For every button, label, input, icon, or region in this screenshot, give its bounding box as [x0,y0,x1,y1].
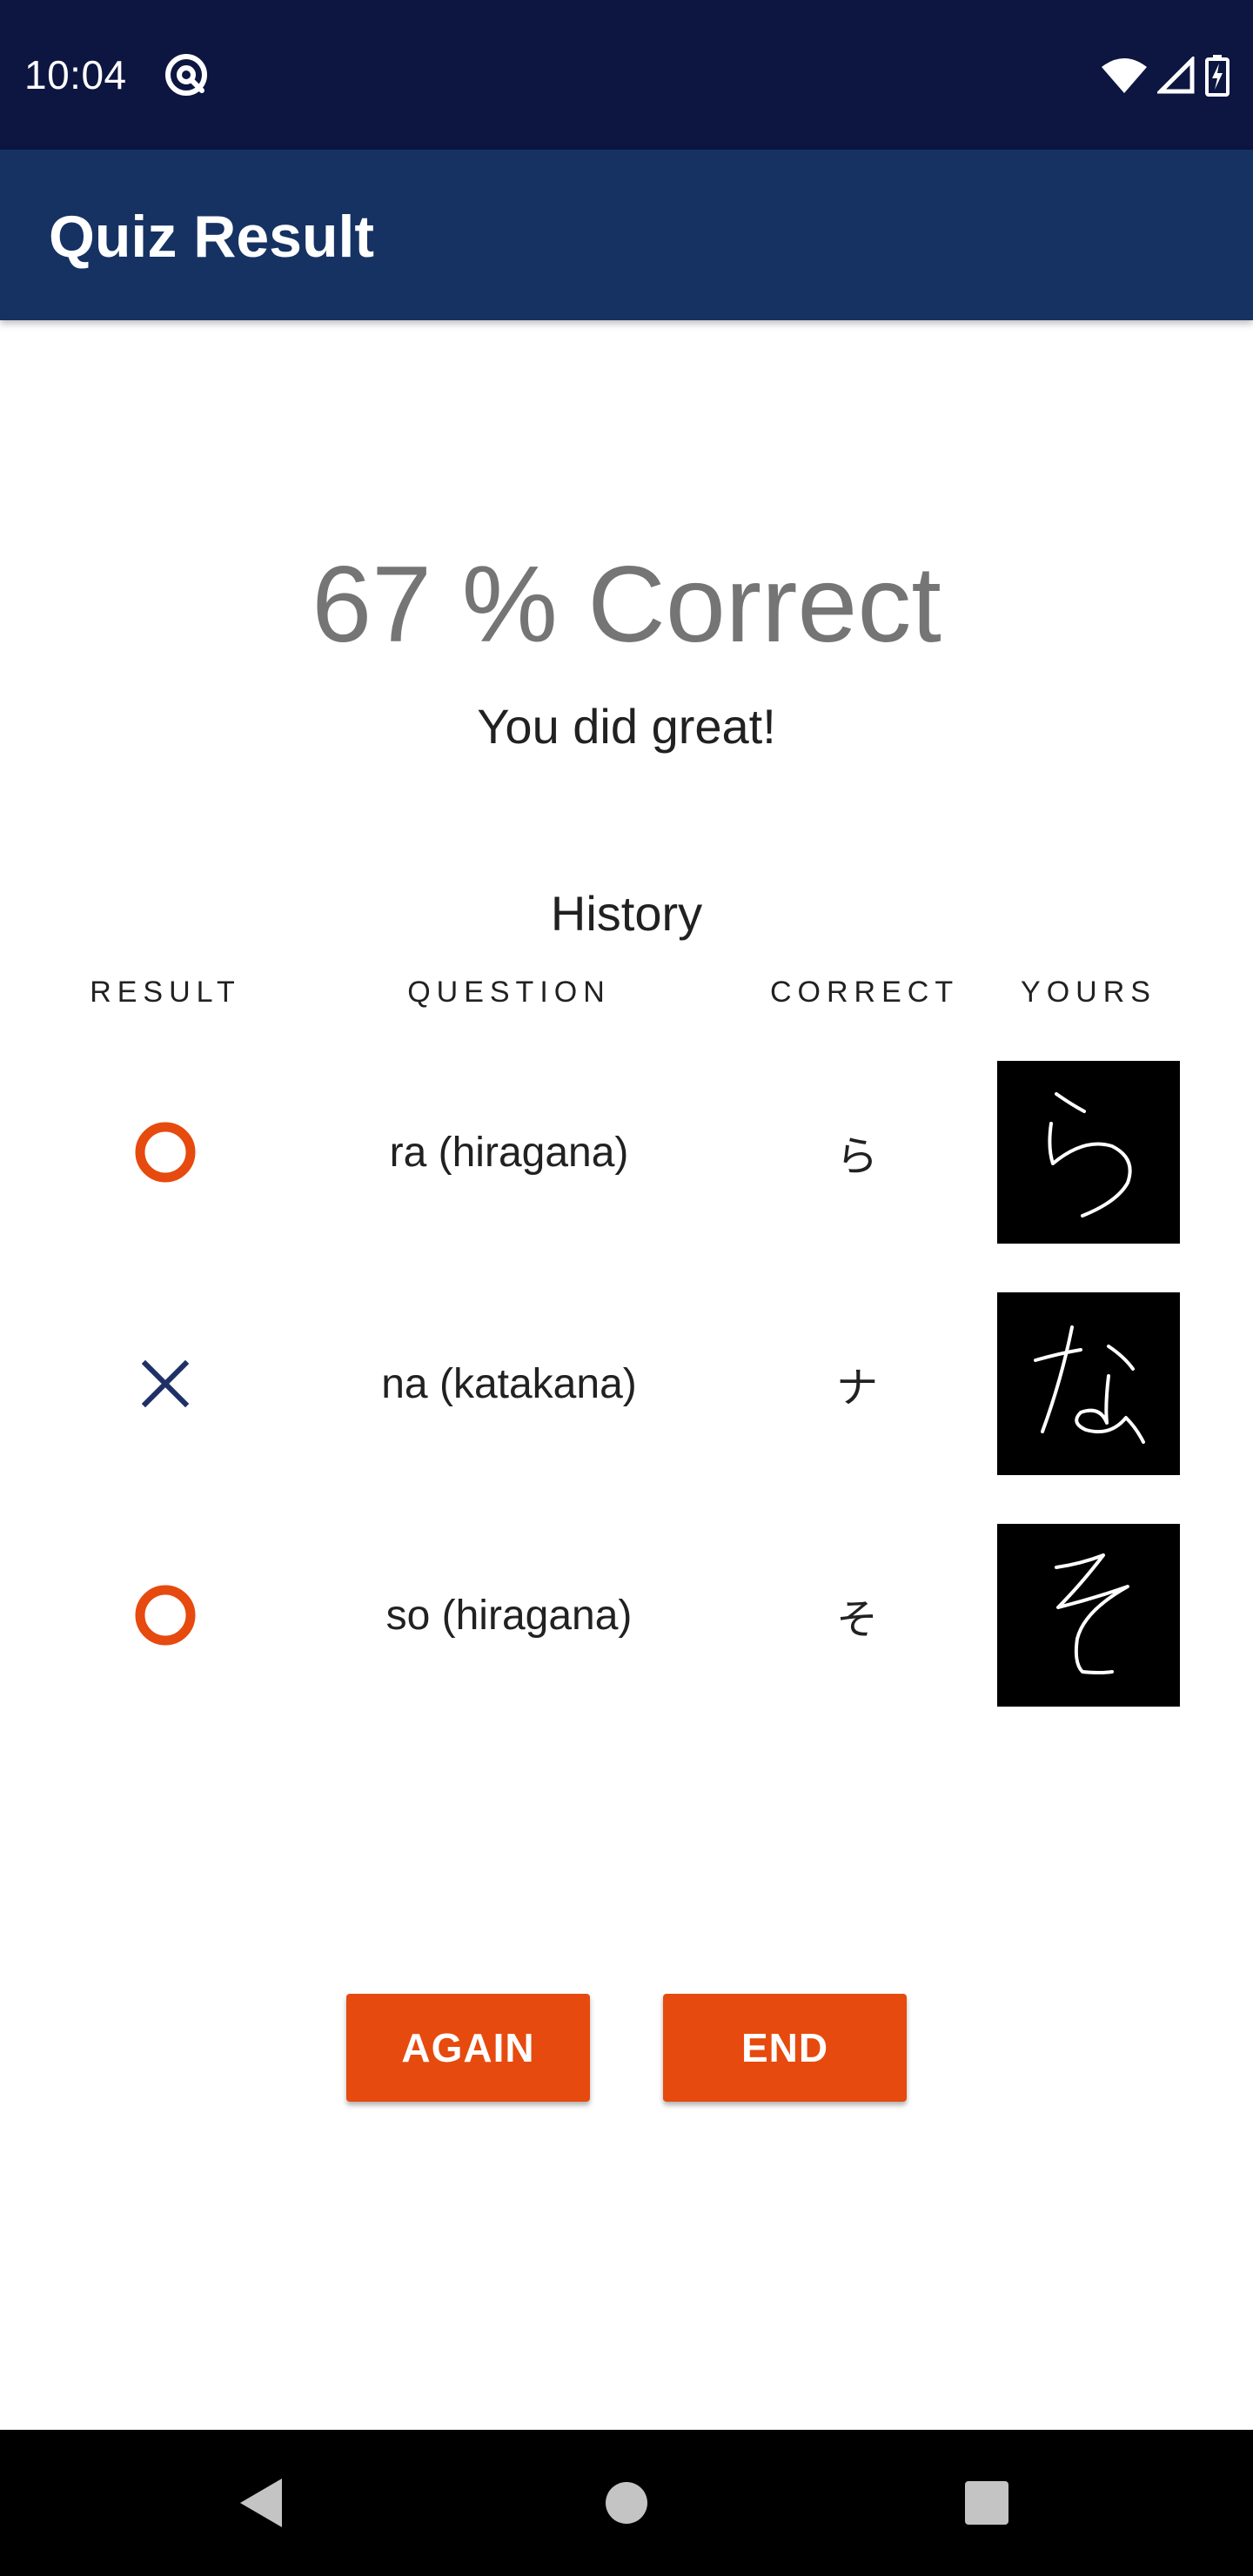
correct-answer-cell: そ [835,1597,878,1643]
yours-cell [997,1061,1180,1244]
circle-icon [135,1122,196,1183]
status-icons [1100,54,1230,97]
history-row: ra (hiragana) ら [0,1061,1253,1244]
handwritten-na-icon [997,1292,1180,1475]
correct-answer-cell: ナ [835,1365,878,1412]
cross-icon [142,1360,189,1407]
status-time: 10:04 [24,52,127,97]
status-bar: 10:04 [0,0,1253,150]
quiz-result-screen: 10:04 Quiz Result 67 % Correct You did g… [0,0,1253,2576]
at-sign-icon [165,54,207,96]
wifi-icon [1102,58,1147,93]
result-cell [78,1061,252,1244]
result-message: You did great! [477,699,776,754]
again-button[interactable]: AGAIN [346,1994,590,2102]
question-cell: ra (hiragana) [389,1129,629,1176]
column-header-correct: CORRECT [770,976,960,1009]
history-row: so (hiragana) そ [0,1524,1253,1707]
yours-cell [997,1292,1180,1475]
score-text: 67 % Correct [312,545,941,665]
history-title: History [550,886,703,941]
history-row: na (katakana) ナ [0,1292,1253,1475]
back-icon[interactable] [238,2477,284,2529]
handwritten-ra-icon [997,1061,1180,1244]
cell-signal-icon [1157,57,1195,94]
circle-icon [135,1585,196,1646]
result-cell [78,1292,252,1475]
result-cell [78,1524,252,1707]
column-header-yours: YOURS [1021,976,1156,1009]
column-header-question: QUESTION [407,976,611,1009]
page-title: Quiz Result [49,204,375,270]
recents-icon[interactable] [964,2480,1009,2526]
navigation-bar [0,2430,1253,2576]
question-cell: na (katakana) [381,1360,637,1407]
handwritten-so-icon [997,1524,1180,1707]
column-header-result: RESULT [90,976,241,1009]
correct-answer-cell: ら [835,1134,878,1180]
home-icon[interactable] [604,2480,649,2526]
yours-cell [997,1524,1180,1707]
battery-charging-icon [1205,55,1230,97]
end-button[interactable]: END [663,1994,907,2102]
question-cell: so (hiragana) [385,1592,633,1639]
app-bar: Quiz Result [0,150,1253,320]
